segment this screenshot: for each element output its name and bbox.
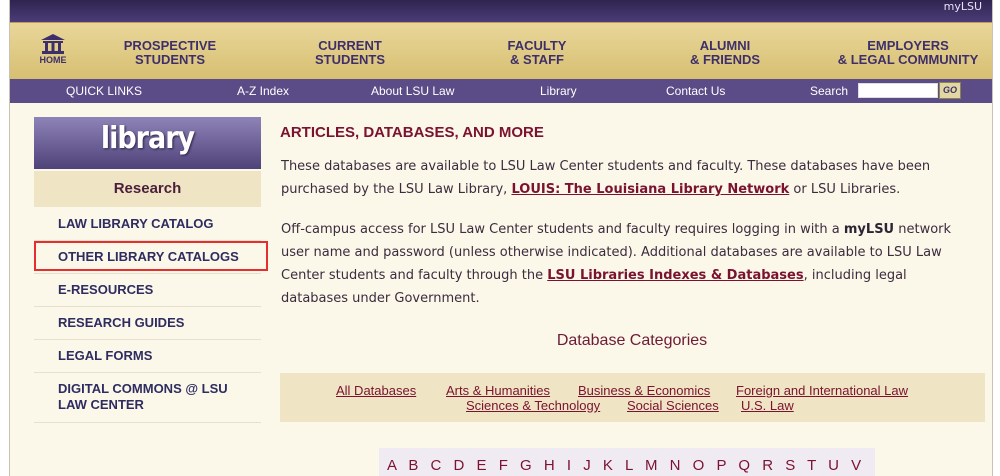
category-social-sciences[interactable]: Social Sciences <box>627 398 719 413</box>
louis-link[interactable]: LOUIS: The Louisiana Library Network <box>511 182 789 197</box>
sidebar-item-label: LAW LIBRARY CATALOG <box>58 216 214 231</box>
category-us-law[interactable]: U.S. Law <box>741 398 794 413</box>
sidebar-item-research-guides[interactable]: RESEARCH GUIDES <box>34 306 261 340</box>
sidebar-item-label: RESEARCH GUIDES <box>58 315 185 330</box>
nav-label-line1: CURRENT <box>318 38 382 53</box>
category-foreign-international-law[interactable]: Foreign and International Law <box>736 383 908 398</box>
about-lsu-law-link[interactable]: About LSU Law <box>371 84 454 98</box>
alphabet-letters[interactable]: A B C D E F G H I J K L M N O P Q R S T … <box>387 457 875 476</box>
nav-label-line2: & FRIENDS <box>689 52 761 67</box>
category-sciences-technology[interactable]: Sciences & Technology <box>466 398 600 413</box>
sidebar-item-label: E-RESOURCES <box>58 282 154 297</box>
nav-label-line1: ALUMNI <box>699 38 751 53</box>
nav-label-line1: PROSPECTIVE <box>123 38 217 53</box>
home-button[interactable]: HOME <box>32 33 74 65</box>
home-building-icon <box>41 34 65 54</box>
sidebar-item-legal-forms[interactable]: LEGAL FORMS <box>34 339 261 373</box>
nav-label-line2: & STAFF <box>510 52 564 67</box>
nav-current-students[interactable]: CURRENT STUDENTS <box>300 39 400 67</box>
database-categories-heading: Database Categories <box>556 332 708 349</box>
category-business-economics[interactable]: Business & Economics <box>578 383 710 398</box>
library-header-text: library <box>100 121 195 156</box>
sidebar-item-law-library-catalog[interactable]: LAW LIBRARY CATALOG <box>34 207 261 241</box>
nav-label-line1: FACULTY <box>507 38 567 53</box>
nav-employers-legal-community[interactable]: EMPLOYERS & LEGAL COMMUNITY <box>828 39 988 67</box>
contact-us-link[interactable]: Contact Us <box>666 84 725 98</box>
library-link[interactable]: Library <box>540 84 577 98</box>
main-navigation: HOME PROSPECTIVE STUDENTS CURRENT STUDEN… <box>10 22 992 80</box>
nav-label-line1: EMPLOYERS <box>867 38 949 53</box>
lsu-libraries-indexes-link[interactable]: LSU Libraries Indexes & Databases <box>547 268 803 283</box>
search-input[interactable] <box>858 83 938 98</box>
mylsu-bold-text: myLSU <box>843 222 895 237</box>
library-header: library <box>34 117 261 169</box>
search-label: Search <box>810 84 849 98</box>
sidebar-item-label: DIGITAL COMMONS @ LSU <box>58 381 228 396</box>
nav-faculty-staff[interactable]: FACULTY & STAFF <box>487 39 587 67</box>
paragraph-text: or LSU Libraries. <box>789 182 901 197</box>
quick-links[interactable]: QUICK LINKS <box>66 84 142 98</box>
quick-links-bar: QUICK LINKS A-Z Index About LSU Law Libr… <box>10 79 992 103</box>
az-index-link[interactable]: A-Z Index <box>237 84 289 98</box>
nav-label-line2: & LEGAL COMMUNITY <box>837 52 979 67</box>
page-title: ARTICLES, DATABASES, AND MORE <box>280 124 544 141</box>
sidebar-item-label: LAW CENTER <box>58 397 144 412</box>
selection-highlight-box <box>34 241 268 271</box>
category-arts-humanities[interactable]: Arts & Humanities <box>446 383 550 398</box>
nav-label-line2: STUDENTS <box>134 52 206 67</box>
top-banner-strip: myLSU <box>10 0 992 22</box>
nav-label-line2: STUDENTS <box>314 52 386 67</box>
nav-alumni-friends[interactable]: ALUMNI & FRIENDS <box>670 39 780 67</box>
sidebar-item-e-resources[interactable]: E-RESOURCES <box>34 273 261 307</box>
sidebar-item-digital-commons[interactable]: DIGITAL COMMONS @ LSU LAW CENTER <box>34 372 261 423</box>
home-label: HOME <box>39 55 67 65</box>
paragraph-text: Off-campus access for LSU Law Center stu… <box>281 222 844 237</box>
category-links-box: All Databases Arts & Humanities Business… <box>280 373 985 422</box>
category-all-databases[interactable]: All Databases <box>336 383 416 398</box>
research-section-heading: Research <box>34 171 261 207</box>
mylsu-link[interactable]: myLSU <box>944 0 982 13</box>
intro-paragraph: These databases are available to LSU Law… <box>281 155 971 201</box>
access-paragraph: Off-campus access for LSU Law Center stu… <box>281 218 969 310</box>
alphabet-index-bar: A B C D E F G H I J K L M N O P Q R S T … <box>379 448 875 476</box>
browser-page: myLSU HOME PROSPECTIVE STUDENTS CURRENT … <box>9 0 993 476</box>
sidebar-item-label: LEGAL FORMS <box>58 348 153 363</box>
nav-prospective-students[interactable]: PROSPECTIVE STUDENTS <box>120 39 220 67</box>
go-button[interactable]: GO <box>939 82 961 99</box>
